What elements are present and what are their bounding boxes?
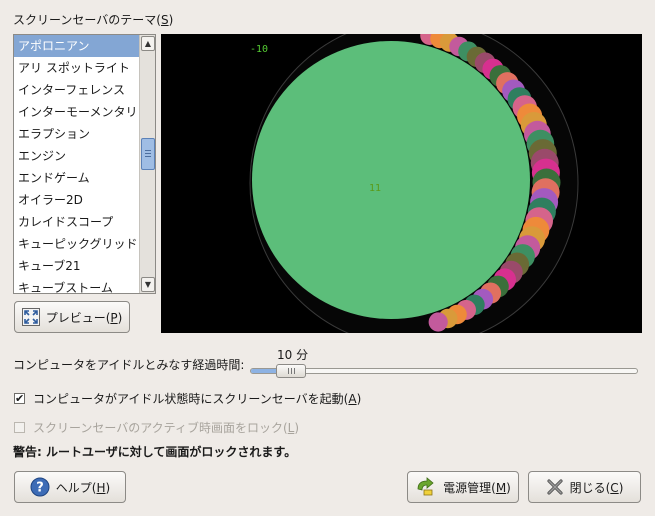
preview-label-top: -10 <box>250 44 268 55</box>
help-question-icon: ? <box>30 477 50 497</box>
idle-time-label: コンピュータをアイドルとみなす経過時間: <box>13 358 245 372</box>
theme-list-item[interactable]: エンジン <box>14 145 140 167</box>
idle-time-slider[interactable] <box>250 368 638 374</box>
theme-list[interactable]: アポロニアン アリ スポットライト インターフェレンス インターモーメンタリ エラプショ… <box>13 34 156 294</box>
power-management-button[interactable]: 電源管理(M) <box>407 471 519 503</box>
theme-list-item[interactable]: キューブ21 <box>14 255 140 277</box>
theme-list-items: アポロニアン アリ スポットライト インターフェレンス インターモーメンタリ エラプショ… <box>14 35 140 293</box>
preview-label-center: 11 <box>369 183 381 194</box>
close-button-label: 閉じる(C) <box>569 480 624 495</box>
theme-list-item[interactable]: キューピックグリッド <box>14 233 140 255</box>
power-management-icon <box>417 477 434 496</box>
scrollbar-thumb[interactable] <box>141 138 155 170</box>
help-button[interactable]: ? ヘルプ(H) <box>14 471 126 503</box>
preview-button[interactable]: プレビュー(P) <box>14 301 130 333</box>
lock-screen-label: スクリーンセーバのアクティブ時画面をロック(L) <box>33 421 300 435</box>
theme-list-item[interactable]: キューブストーム <box>14 277 140 293</box>
theme-list-item[interactable]: オイラー2D <box>14 189 140 211</box>
ring-circle <box>428 312 448 332</box>
lock-screen-checkbox-row: スクリーンセーバのアクティブ時画面をロック(L) <box>14 419 299 436</box>
screensaver-preview: -10 11 <box>161 34 642 333</box>
apollonian-big-circle <box>252 41 530 319</box>
close-button[interactable]: 閉じる(C) <box>528 471 641 503</box>
activate-screensaver-checkbox[interactable]: ✔ <box>14 393 25 404</box>
lock-screen-checkbox <box>14 422 25 433</box>
theme-list-item[interactable]: カレイドスコープ <box>14 211 140 233</box>
preview-button-label: プレビュー(P) <box>45 310 123 325</box>
activate-screensaver-checkbox-row[interactable]: ✔ コンピュータがアイドル状態時にスクリーンセーバを起動(A) <box>14 390 361 407</box>
chevron-down-icon[interactable]: ▼ <box>141 277 155 292</box>
activate-screensaver-label: コンピュータがアイドル状態時にスクリーンセーバを起動(A) <box>33 392 362 406</box>
theme-list-item[interactable]: インターモーメンタリ <box>14 101 140 123</box>
close-x-icon <box>547 479 563 495</box>
theme-list-scrollbar[interactable]: ▲ ▼ <box>139 35 155 293</box>
theme-list-item[interactable]: インターフェレンス <box>14 79 140 101</box>
theme-list-item[interactable]: アポロニアン <box>14 35 140 57</box>
svg-text:?: ? <box>36 481 44 496</box>
theme-list-item[interactable]: エンドゲーム <box>14 167 140 189</box>
theme-list-item[interactable]: アリ スポットライト <box>14 57 140 79</box>
idle-time-value: 10 分 <box>277 348 309 362</box>
theme-list-heading: スクリーンセーバのテーマ(S) <box>13 13 174 27</box>
power-management-label: 電源管理(M) <box>443 480 511 495</box>
chevron-up-icon[interactable]: ▲ <box>141 36 155 51</box>
theme-list-item[interactable]: エラプション <box>14 123 140 145</box>
help-button-label: ヘルプ(H) <box>55 480 111 495</box>
lock-warning: 警告: ルートユーザに対して画面がロックされます。 <box>13 445 297 459</box>
fullscreen-arrows-icon <box>21 308 40 326</box>
slider-handle[interactable] <box>276 364 306 378</box>
